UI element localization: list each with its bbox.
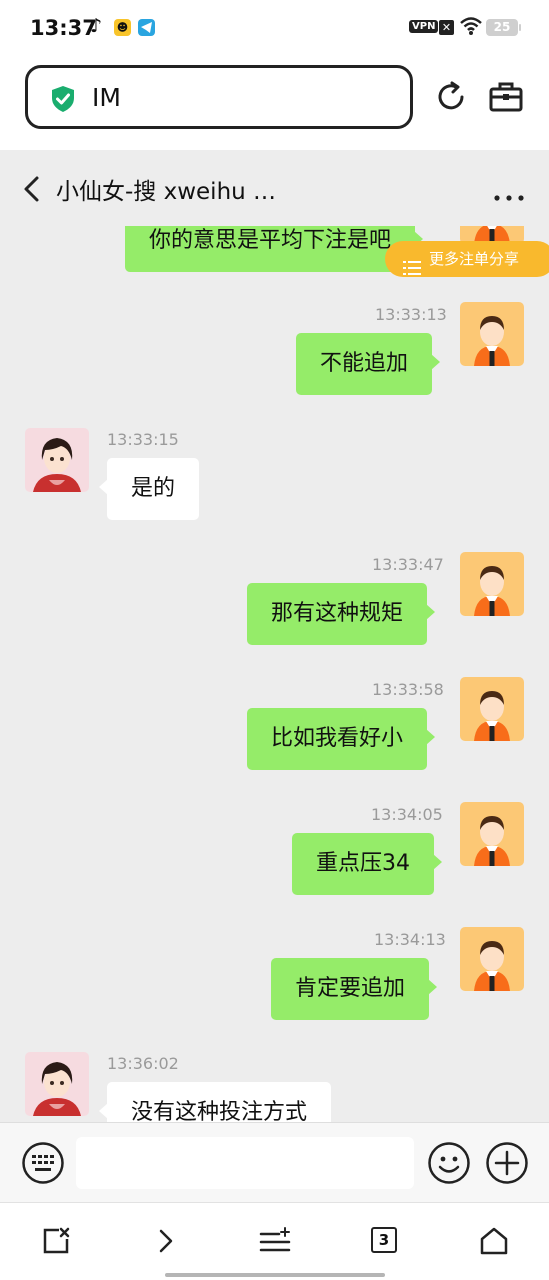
reload-icon[interactable]	[434, 80, 468, 118]
my-avatar[interactable]	[460, 927, 524, 991]
close-page-icon[interactable]	[42, 1227, 70, 1259]
message-bubble-out[interactable]: 那有这种规矩	[247, 583, 436, 645]
emoji-icon[interactable]	[427, 1141, 471, 1189]
message-bubble-out[interactable]: 肯定要追加	[271, 958, 438, 1020]
more-options-icon[interactable]	[494, 186, 524, 205]
no-sim-icon: ✕	[439, 20, 454, 35]
message-time: 13:33:13	[375, 305, 447, 324]
message-bubble-out[interactable]: 不能追加	[296, 333, 441, 395]
browser-bottom-nav: 3	[0, 1202, 549, 1280]
my-avatar[interactable]	[460, 552, 524, 616]
message-bubble-out[interactable]: 重点压34	[292, 833, 442, 895]
vpn-icon: VPN	[409, 20, 439, 33]
message-list[interactable]: 你的意思是平均下注是吧 更多注单分享 13:33:13 不能追加 13:33:1…	[0, 226, 549, 1122]
message-bubble-in[interactable]: 是的	[98, 458, 200, 520]
address-bar[interactable]: IM	[25, 65, 413, 129]
share-pill-label: 更多注单分享	[429, 250, 520, 268]
tab-count-button[interactable]: 3	[371, 1227, 397, 1253]
menu-icon[interactable]	[259, 1227, 291, 1259]
message-bubble-in[interactable]: 没有这种投注方式	[98, 1082, 332, 1122]
message-time: 13:33:15	[107, 430, 179, 449]
message-time: 13:33:47	[372, 555, 444, 574]
battery-icon: 25	[486, 19, 521, 36]
message-bubble-out[interactable]: 你的意思是平均下注是吧	[125, 226, 424, 272]
telegram-icon	[138, 19, 155, 36]
message-time: 13:34:05	[371, 805, 443, 824]
my-avatar[interactable]	[460, 302, 524, 366]
message-time: 13:34:13	[374, 930, 446, 949]
contact-avatar[interactable]	[25, 1052, 89, 1116]
tiktok-icon: ♪	[90, 15, 103, 37]
chat-header: 小仙女-搜 xweihu …	[0, 150, 549, 226]
status-time: 13:37	[30, 16, 97, 40]
message-input[interactable]	[76, 1137, 414, 1189]
status-bar: 13:37 ♪ ☻ VPN ✕ 25	[0, 0, 549, 58]
message-time: 13:36:02	[107, 1054, 179, 1073]
home-icon[interactable]	[479, 1226, 509, 1260]
chat-input-bar	[0, 1122, 549, 1202]
more-bets-share-button[interactable]: 更多注单分享	[385, 241, 549, 277]
message-bubble-out[interactable]: 比如我看好小	[247, 708, 436, 770]
app-notification-icon: ☻	[114, 19, 131, 36]
back-arrow-icon[interactable]	[20, 175, 42, 207]
chat-title: 小仙女-搜 xweihu …	[56, 179, 277, 205]
my-avatar[interactable]	[460, 677, 524, 741]
wifi-icon	[459, 16, 483, 40]
toolbox-icon[interactable]	[488, 81, 524, 117]
list-icon	[403, 252, 421, 288]
keyboard-icon[interactable]	[21, 1141, 65, 1189]
home-indicator[interactable]	[165, 1273, 385, 1277]
contact-avatar[interactable]	[25, 428, 89, 492]
address-text: IM	[92, 83, 121, 112]
forward-icon[interactable]	[156, 1227, 176, 1259]
message-time: 13:33:58	[372, 680, 444, 699]
plus-icon[interactable]	[485, 1141, 529, 1189]
my-avatar[interactable]	[460, 802, 524, 866]
browser-toolbar: IM	[0, 58, 549, 150]
shield-check-icon	[50, 85, 76, 117]
